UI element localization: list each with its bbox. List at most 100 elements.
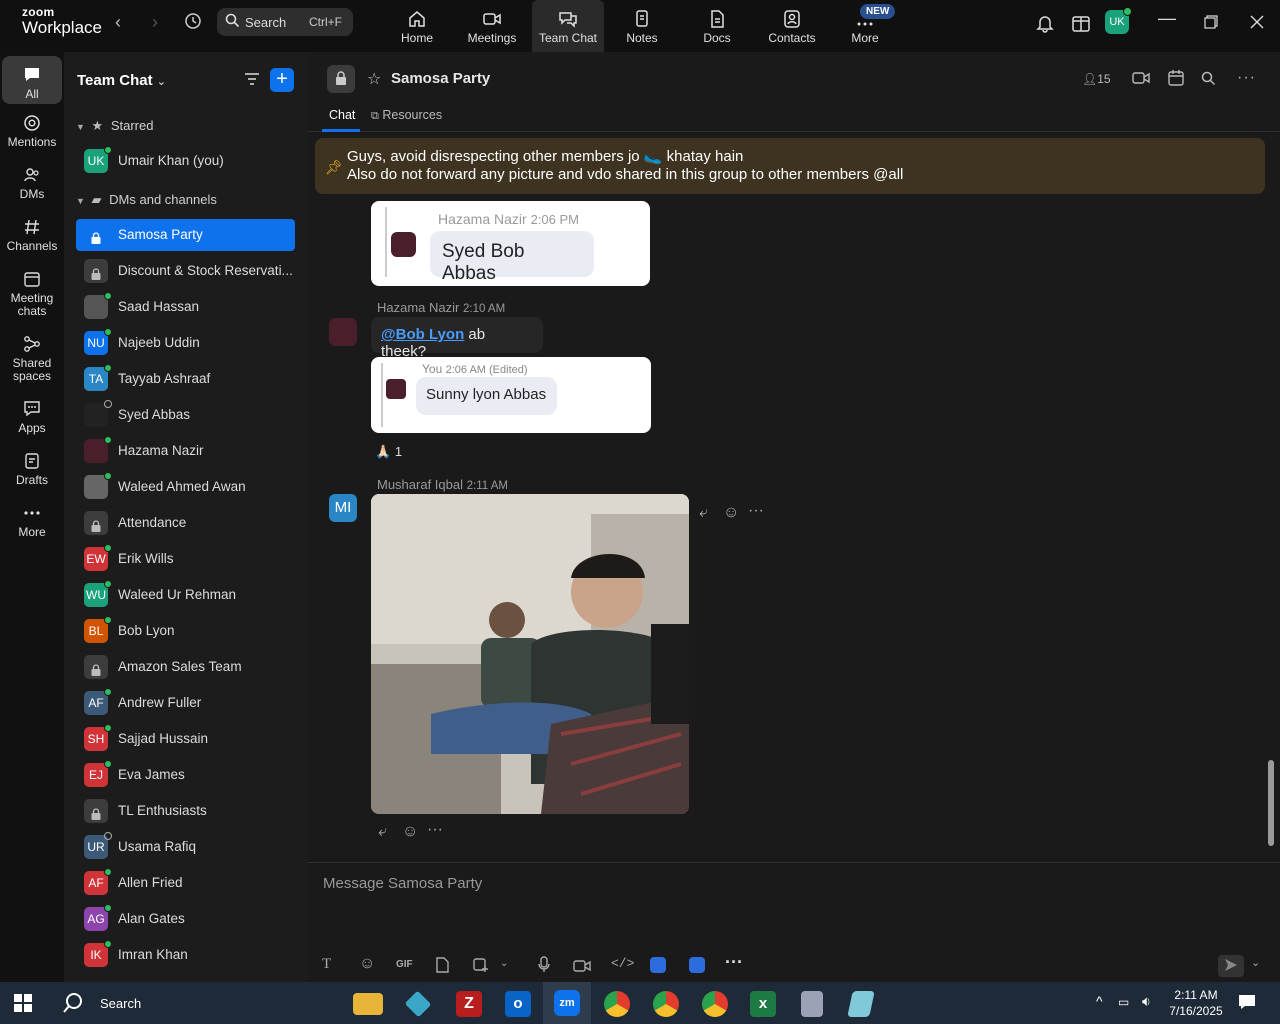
avatar[interactable]: MI: [329, 494, 357, 522]
sidebar-item[interactable]: Samosa Party: [76, 219, 295, 251]
taskbar-search-label[interactable]: Search: [100, 996, 141, 1011]
tab-resources[interactable]: ⧉ Resources: [371, 108, 442, 123]
message-input[interactable]: Message Samosa Party: [323, 875, 482, 892]
file-explorer-icon[interactable]: [353, 993, 383, 1015]
new-chat-button[interactable]: +: [270, 68, 294, 92]
nav-contacts[interactable]: Contacts: [756, 0, 828, 52]
rail-apps[interactable]: Apps: [2, 400, 62, 435]
notifications-icon[interactable]: [1238, 993, 1256, 1016]
sidebar-item[interactable]: EW Erik Wills: [76, 543, 295, 575]
sidebar-item[interactable]: WU Waleed Ur Rehman: [76, 579, 295, 611]
video-message-icon[interactable]: [573, 959, 591, 977]
nav-meetings[interactable]: Meetings: [456, 0, 528, 52]
members-button[interactable]: 👤︎15: [1082, 72, 1111, 86]
filter-icon[interactable]: [244, 72, 260, 91]
more-actions-icon[interactable]: ···: [725, 952, 743, 973]
screenshot-icon[interactable]: [472, 957, 488, 978]
rail-shared-spaces[interactable]: Shared spaces: [2, 335, 62, 383]
sidebar-item[interactable]: AG Alan Gates: [76, 903, 295, 935]
volume-icon[interactable]: 🔉︎: [1142, 993, 1151, 1010]
rail-dms[interactable]: DMs: [2, 166, 62, 201]
message-more-icon[interactable]: ···: [427, 821, 443, 839]
nav-docs[interactable]: Docs: [681, 0, 753, 52]
dms-section[interactable]: ▼ ▰ DMs and channels: [76, 192, 217, 208]
app-icon[interactable]: [650, 957, 666, 973]
rail-meeting-chats[interactable]: Meeting chats: [2, 270, 62, 318]
chrome-icon[interactable]: [604, 991, 630, 1017]
add-reaction-icon[interactable]: ☺: [402, 823, 418, 841]
sidebar-item[interactable]: BL Bob Lyon: [76, 615, 295, 647]
pinned-message[interactable]: 📌︎ Guys, avoid disrespecting other membe…: [315, 138, 1265, 194]
chevron-down-icon[interactable]: ⌄: [500, 958, 508, 969]
chevron-up-icon[interactable]: ^: [1096, 993, 1103, 1009]
app-icon[interactable]: [689, 957, 705, 973]
excel-icon[interactable]: x: [750, 991, 776, 1017]
sidebar-item[interactable]: AF Allen Fried: [76, 867, 295, 899]
rail-drafts[interactable]: Drafts: [2, 452, 62, 487]
format-text-icon[interactable]: T: [322, 956, 331, 973]
video-call-icon[interactable]: [1132, 71, 1150, 90]
channel-search-icon[interactable]: [1201, 71, 1216, 91]
zoom-taskbar-item[interactable]: zm: [543, 982, 591, 1024]
reaction-chip[interactable]: 🙏🏻 1: [375, 444, 402, 460]
minimize-icon[interactable]: —: [1158, 8, 1176, 29]
search-box[interactable]: Search Ctrl+F: [217, 8, 353, 36]
channel-more-icon[interactable]: ···: [1237, 69, 1256, 87]
calculator-icon[interactable]: [801, 991, 823, 1017]
tab-chat[interactable]: Chat: [329, 108, 355, 122]
quoted-message-card[interactable]: You 2:06 AM (Edited) Sunny lyon Abbas: [371, 357, 651, 433]
file-icon[interactable]: [435, 957, 449, 978]
taskbar-search-icon[interactable]: [62, 992, 84, 1019]
filezilla-icon[interactable]: Z: [456, 991, 482, 1017]
sidebar-item[interactable]: Waleed Ahmed Awan: [76, 471, 295, 503]
emoji-icon[interactable]: ☺: [359, 955, 375, 973]
sidebar-item[interactable]: Syed Abbas: [76, 399, 295, 431]
microphone-icon[interactable]: [538, 956, 550, 978]
sidebar-item[interactable]: TA Tayyab Ashraaf: [76, 363, 295, 395]
sidebar-item[interactable]: SH Sajjad Hussain: [76, 723, 295, 755]
channel-title[interactable]: Samosa Party: [391, 70, 490, 87]
sidebar-item[interactable]: UR Usama Rafiq: [76, 831, 295, 863]
avatar[interactable]: [329, 318, 357, 346]
sidebar-item[interactable]: Attendance: [76, 507, 295, 539]
starred-section[interactable]: ▼ ★ Starred: [76, 118, 153, 134]
sidebar-item[interactable]: Saad Hassan: [76, 291, 295, 323]
rail-more[interactable]: More: [2, 504, 62, 539]
forward-arrow-icon[interactable]: ›: [152, 12, 158, 33]
rail-mentions[interactable]: Mentions: [2, 114, 62, 149]
sidebar-item[interactable]: IK Imran Khan: [76, 939, 295, 971]
reply-icon[interactable]: ⤶: [699, 504, 708, 522]
chrome-icon[interactable]: [702, 991, 728, 1017]
nav-home[interactable]: Home: [381, 0, 453, 52]
calendar-gift-icon[interactable]: [1071, 13, 1091, 38]
sidebar-item[interactable]: EJ Eva James: [76, 759, 295, 791]
nav-team-chat[interactable]: Team Chat: [532, 0, 604, 52]
rail-all[interactable]: All: [2, 56, 62, 104]
send-button[interactable]: [1218, 955, 1244, 977]
history-icon[interactable]: [184, 12, 202, 35]
gif-button[interactable]: GIF: [396, 959, 413, 970]
network-icon[interactable]: ▭: [1118, 995, 1129, 1009]
clock[interactable]: 2:11 AM 7/16/2025: [1167, 987, 1225, 1019]
restore-icon[interactable]: [1204, 15, 1218, 34]
quoted-message-card[interactable]: Hazama Nazir 2:06 PM Syed Bob Abbas: [371, 201, 650, 286]
nav-notes[interactable]: Notes: [606, 0, 678, 52]
mention-link[interactable]: @Bob Lyon: [381, 326, 464, 343]
outlook-icon[interactable]: o: [505, 991, 531, 1017]
star-outline-icon[interactable]: ☆: [367, 69, 381, 89]
chevron-down-icon[interactable]: ⌄: [1251, 956, 1260, 969]
shared-photo[interactable]: [371, 494, 689, 814]
reply-icon[interactable]: ⤶: [378, 823, 387, 841]
app-icon[interactable]: [404, 990, 432, 1018]
scrollbar-thumb[interactable]: [1268, 760, 1274, 846]
bell-icon[interactable]: [1035, 13, 1055, 38]
close-icon[interactable]: [1250, 15, 1264, 34]
sidebar-item[interactable]: NU Najeeb Uddin: [76, 327, 295, 359]
sidebar-item[interactable]: Hazama Nazir: [76, 435, 295, 467]
sidebar-title[interactable]: Team Chat ⌄: [77, 72, 166, 89]
back-arrow-icon[interactable]: ‹: [115, 12, 121, 33]
sidebar-item[interactable]: Discount & Stock Reservati...: [76, 255, 295, 287]
message-more-icon[interactable]: ···: [748, 502, 764, 520]
schedule-icon[interactable]: [1167, 69, 1185, 92]
sidebar-item[interactable]: AF Andrew Fuller: [76, 687, 295, 719]
